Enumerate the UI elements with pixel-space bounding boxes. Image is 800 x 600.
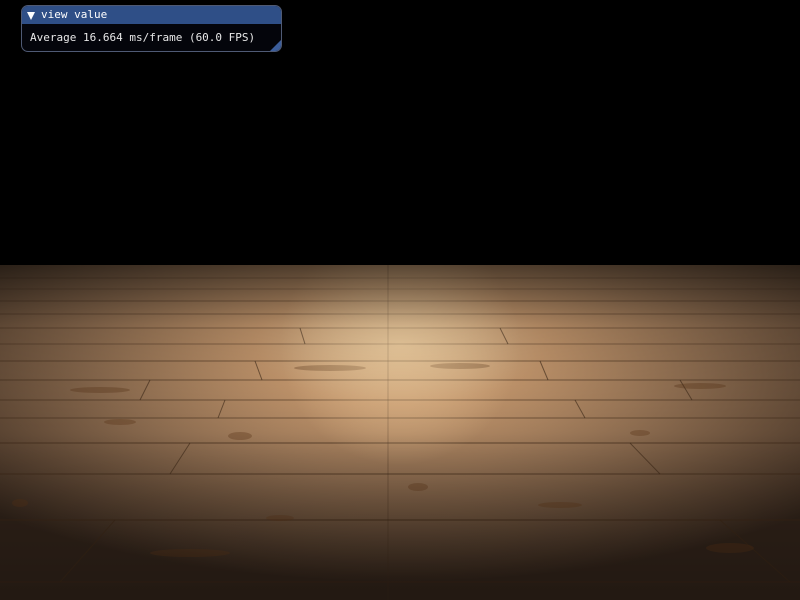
overlay-title-bar[interactable]: view value [22,6,281,24]
floor-render [0,0,800,600]
resize-grip-icon[interactable] [269,40,281,51]
overlay-title: view value [41,8,108,21]
stats-overlay-window[interactable]: view value Average 16.664 ms/frame (60.0… [21,5,282,52]
render-viewport [0,0,800,600]
triangle-down-icon[interactable] [27,11,35,20]
frame-stats-text: Average 16.664 ms/frame (60.0 FPS) [30,31,256,44]
depth-shading [0,265,800,600]
overlay-content: Average 16.664 ms/frame (60.0 FPS) [22,24,281,51]
